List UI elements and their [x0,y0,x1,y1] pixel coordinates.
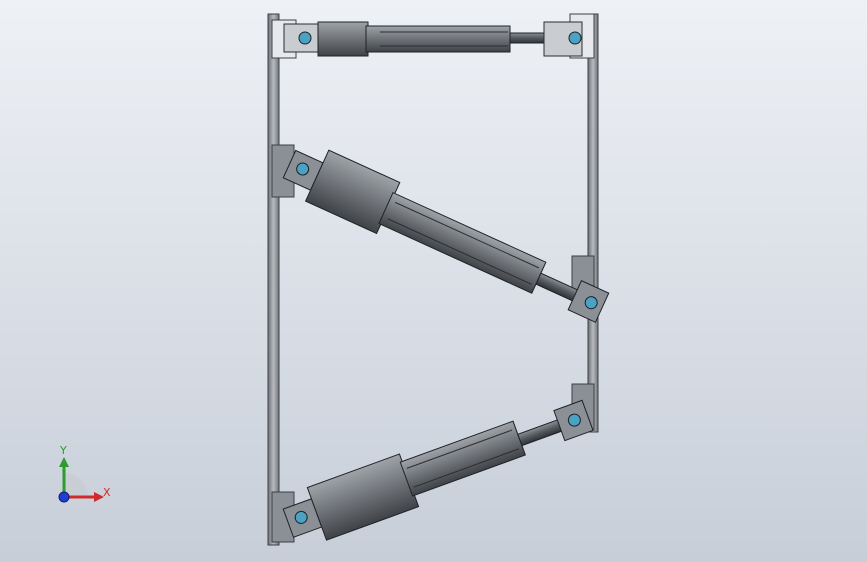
actuator-top[interactable] [283,21,583,57]
triad-axes [58,457,104,503]
actuator-assembly-model[interactable] [0,0,867,562]
actuator-middle-body [378,191,547,294]
actuator-top-pin-left [298,31,312,45]
x-axis-label: X [103,486,111,499]
actuator-top-pin-right [568,31,582,45]
y-axis-label: Y [60,444,67,457]
actuator-bottom[interactable] [279,389,597,550]
left-frame-rail [267,13,280,546]
cad-viewport[interactable]: Y X [0,0,867,562]
coordinate-triad-icon: Y X [44,440,124,515]
actuator-bottom-rod [517,418,564,447]
actuator-top-rod [509,32,547,44]
actuator-top-body [365,25,511,53]
actuator-middle[interactable] [278,138,614,332]
actuator-top-motor [317,21,369,57]
right-frame-rail [587,13,599,433]
